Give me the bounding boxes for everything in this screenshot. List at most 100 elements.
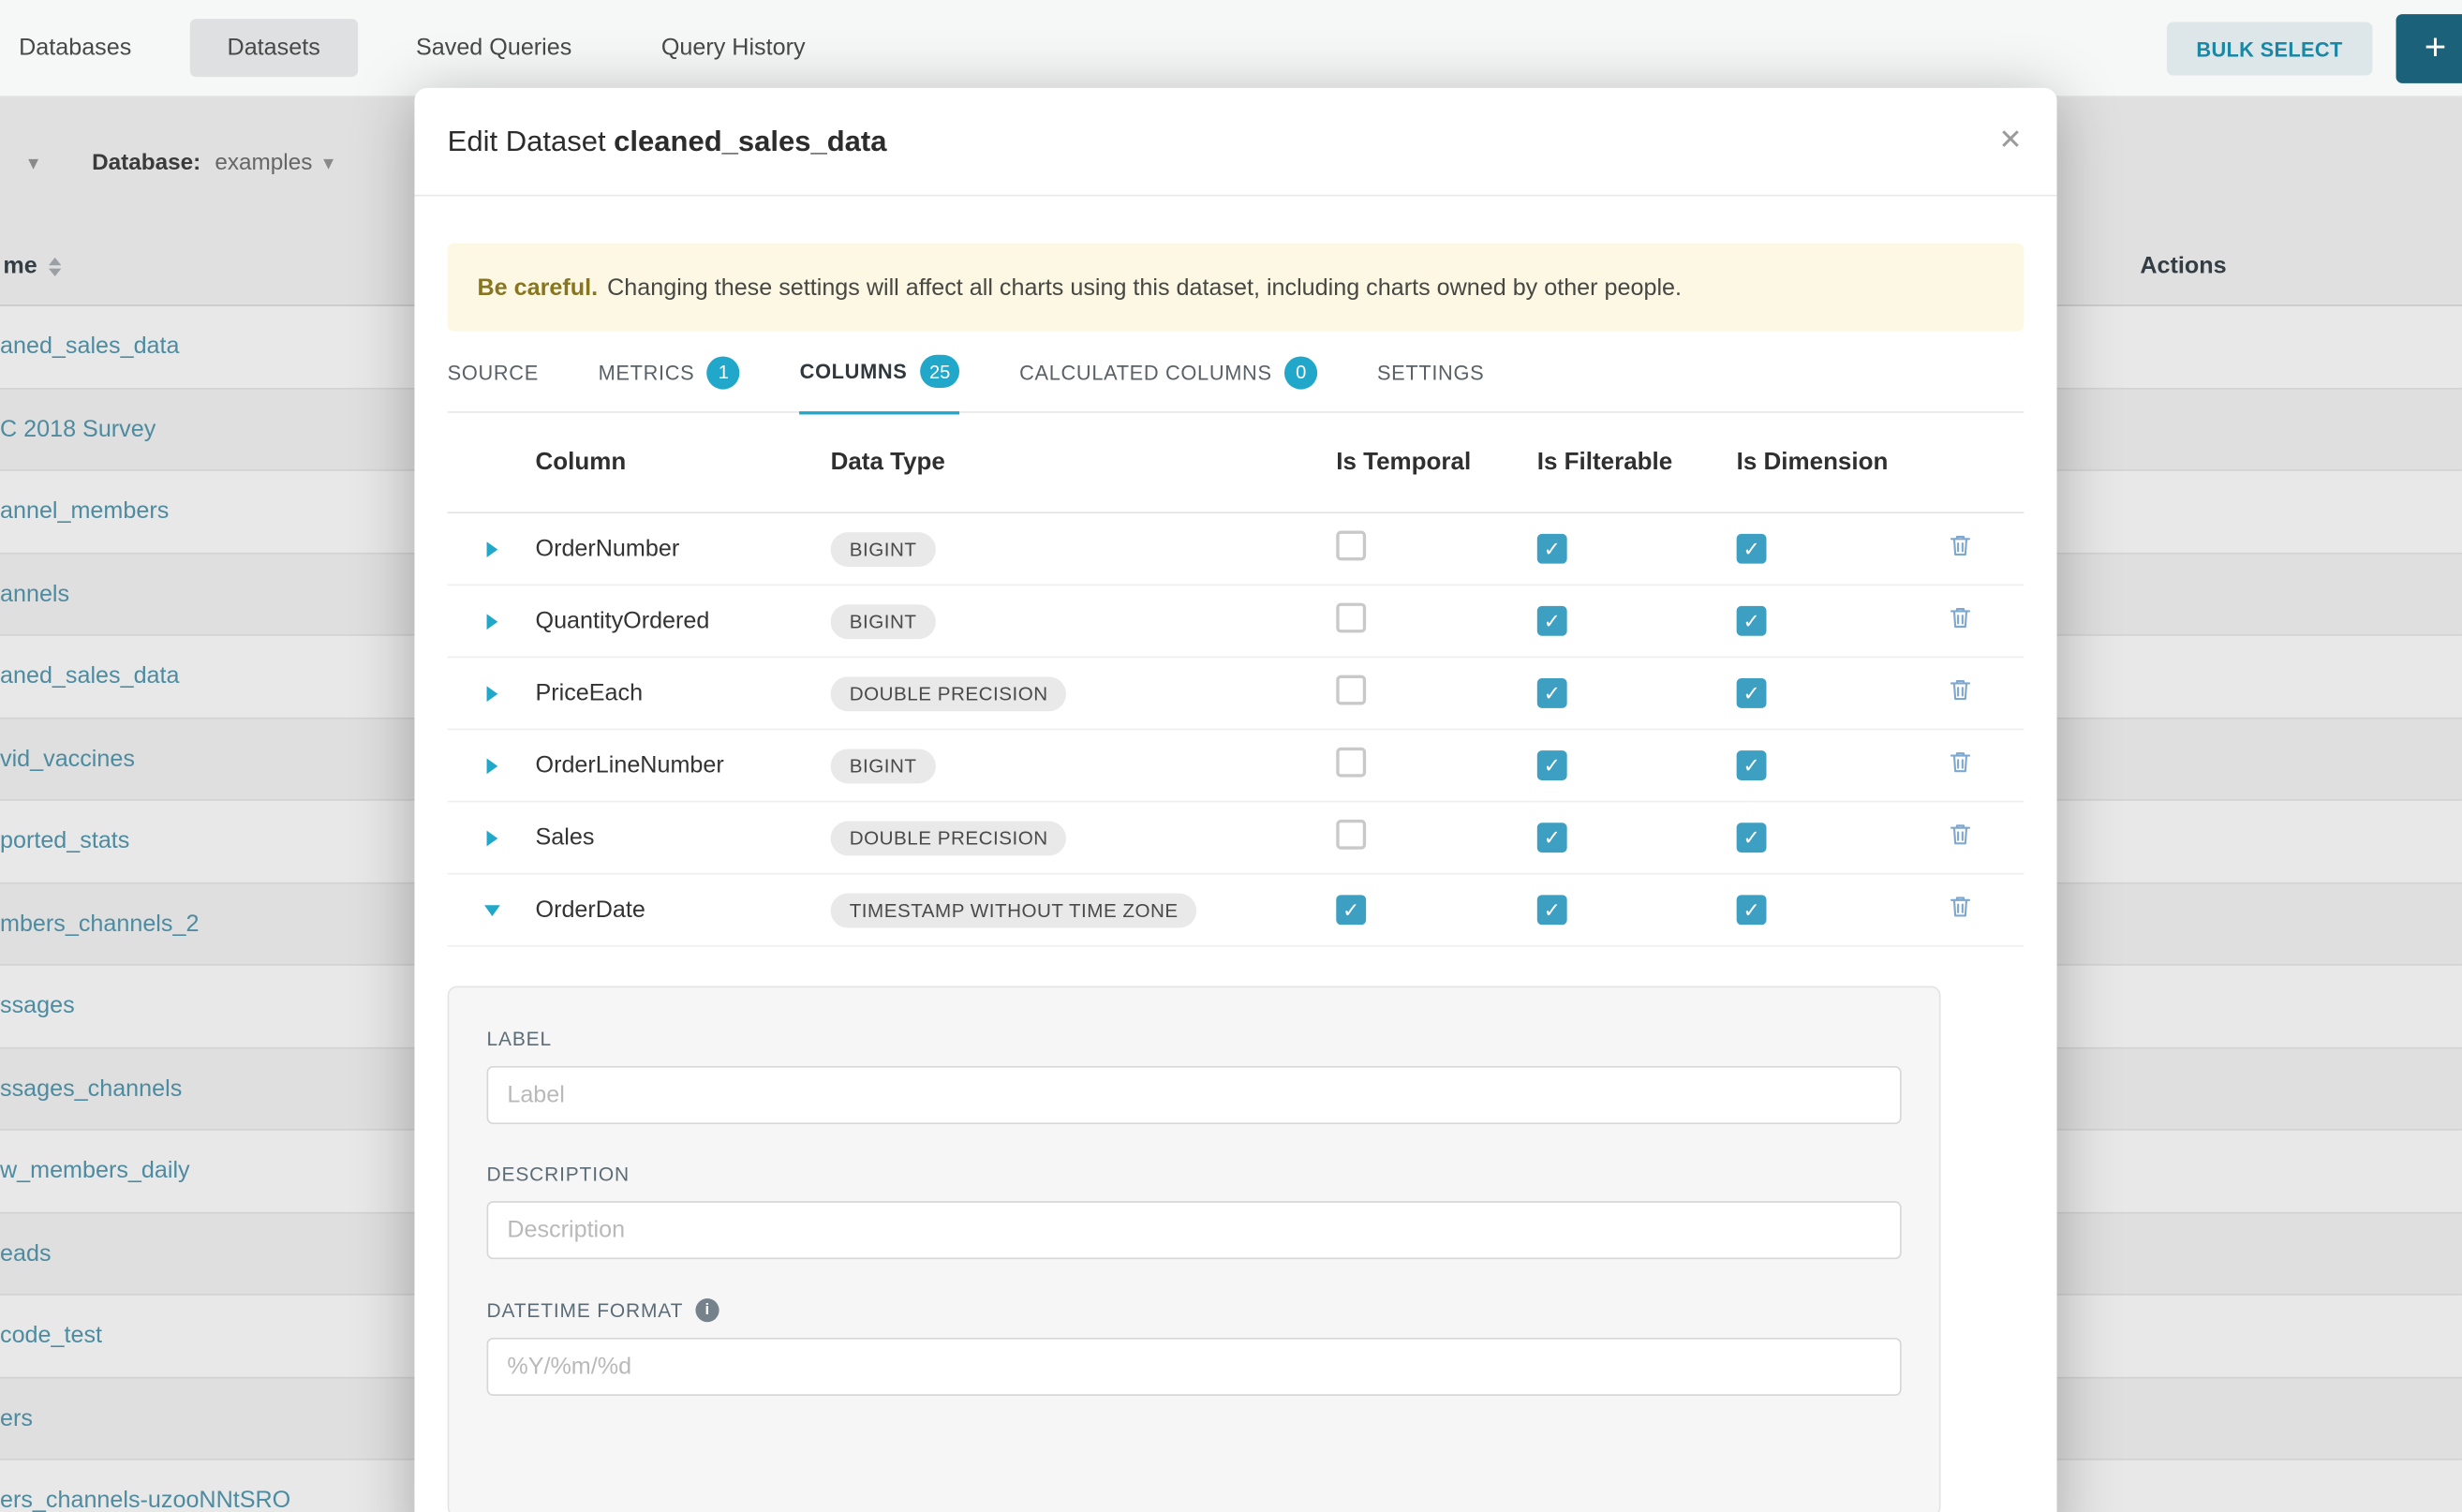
delete-column-icon[interactable] bbox=[1947, 749, 1973, 775]
modal-title: Edit Dataset cleaned_sales_data bbox=[448, 124, 887, 158]
warning-text: Changing these settings will affect all … bbox=[607, 274, 1682, 300]
tab-metrics[interactable]: METRICS 1 bbox=[599, 355, 740, 413]
dataset-link[interactable]: aned_sales_data bbox=[0, 663, 180, 689]
actions-column-header: Actions bbox=[2140, 253, 2226, 279]
expand-caret-icon[interactable] bbox=[486, 830, 497, 846]
column-header: Column bbox=[536, 448, 831, 476]
bulk-select-button[interactable]: BULK SELECT bbox=[2167, 22, 2373, 75]
is-temporal-checkbox[interactable] bbox=[1336, 530, 1366, 560]
is-temporal-checkbox[interactable] bbox=[1336, 747, 1366, 777]
delete-column-icon[interactable] bbox=[1947, 821, 1973, 847]
column-row: OrderNumber BIGINT bbox=[448, 513, 2024, 586]
is-filterable-checkbox[interactable] bbox=[1537, 534, 1567, 564]
description-field-group: DESCRIPTION bbox=[487, 1164, 1902, 1259]
dataset-link[interactable]: ers_channels-uzooNNtSRO bbox=[0, 1488, 290, 1512]
column-row: PriceEach DOUBLE PRECISION bbox=[448, 658, 2024, 730]
nav-tab-datasets[interactable]: Datasets bbox=[189, 19, 358, 77]
description-input[interactable] bbox=[487, 1201, 1902, 1259]
is-filterable-checkbox[interactable] bbox=[1537, 678, 1567, 708]
database-filter-label: Database: bbox=[92, 150, 200, 175]
columns-count-badge: 25 bbox=[920, 355, 960, 388]
is-temporal-checkbox[interactable] bbox=[1336, 602, 1366, 632]
modal-title-dataset-name: cleaned_sales_data bbox=[614, 124, 886, 156]
app-root: Databases Datasets Saved Queries Query H… bbox=[0, 0, 2462, 1512]
plus-icon: + bbox=[2425, 30, 2446, 67]
dataset-link[interactable]: annel_members bbox=[0, 498, 169, 525]
dataset-link[interactable]: ssages_channels bbox=[0, 1075, 182, 1102]
dataset-link[interactable]: eads bbox=[0, 1240, 52, 1267]
database-filter-value[interactable]: examples bbox=[215, 150, 312, 175]
tab-label: CALCULATED COLUMNS bbox=[1019, 361, 1272, 384]
label-field-label: LABEL bbox=[487, 1029, 1902, 1050]
columns-table-header: Column Data Type Is Temporal Is Filterab… bbox=[448, 413, 2024, 513]
collapse-caret-icon[interactable] bbox=[483, 904, 499, 915]
column-name: OrderNumber bbox=[536, 536, 831, 562]
expand-caret-icon[interactable] bbox=[486, 758, 497, 774]
modal-title-prefix: Edit Dataset bbox=[448, 124, 606, 156]
dataset-link[interactable]: aned_sales_data bbox=[0, 334, 180, 360]
warning-bold-text: Be careful. bbox=[478, 274, 599, 300]
name-column-header[interactable]: me bbox=[0, 253, 37, 279]
data-type-pill: DOUBLE PRECISION bbox=[831, 821, 1067, 855]
expand-caret-icon[interactable] bbox=[486, 541, 497, 556]
delete-column-icon[interactable] bbox=[1947, 531, 1973, 557]
data-type-pill: TIMESTAMP WITHOUT TIME ZONE bbox=[831, 893, 1197, 927]
nav-tab-query-history[interactable]: Query History bbox=[661, 19, 806, 77]
column-name: QuantityOrdered bbox=[536, 608, 831, 634]
is-dimension-header: Is Dimension bbox=[1737, 448, 1932, 476]
dataset-link[interactable]: w_members_daily bbox=[0, 1158, 190, 1184]
is-temporal-checkbox[interactable] bbox=[1336, 819, 1366, 849]
tab-label: METRICS bbox=[599, 361, 695, 384]
expand-caret-icon[interactable] bbox=[486, 613, 497, 629]
chevron-down-icon[interactable]: ▾ bbox=[323, 150, 334, 175]
dataset-link[interactable]: mbers_channels_2 bbox=[0, 911, 199, 937]
column-row: QuantityOrdered BIGINT bbox=[448, 586, 2024, 658]
is-dimension-checkbox[interactable] bbox=[1737, 606, 1767, 636]
is-temporal-checkbox[interactable] bbox=[1336, 895, 1366, 925]
sort-desc-icon bbox=[48, 268, 60, 275]
is-filterable-checkbox[interactable] bbox=[1537, 750, 1567, 780]
is-dimension-checkbox[interactable] bbox=[1737, 534, 1767, 564]
tab-label: COLUMNS bbox=[800, 360, 908, 383]
tab-columns[interactable]: COLUMNS 25 bbox=[800, 355, 960, 415]
sort-icons[interactable] bbox=[48, 257, 60, 275]
is-dimension-checkbox[interactable] bbox=[1737, 750, 1767, 780]
datetime-format-input[interactable] bbox=[487, 1338, 1902, 1396]
dataset-link[interactable]: C 2018 Survey bbox=[0, 416, 156, 442]
is-dimension-checkbox[interactable] bbox=[1737, 823, 1767, 852]
is-dimension-checkbox[interactable] bbox=[1737, 895, 1767, 925]
is-filterable-header: Is Filterable bbox=[1537, 448, 1737, 476]
dataset-link[interactable]: ers bbox=[0, 1405, 33, 1431]
modal-body: Be careful. Changing these settings will… bbox=[414, 244, 2056, 1512]
delete-column-icon[interactable] bbox=[1947, 676, 1973, 703]
delete-column-icon[interactable] bbox=[1947, 893, 1973, 919]
is-filterable-checkbox[interactable] bbox=[1537, 895, 1567, 925]
chevron-down-icon[interactable]: ▾ bbox=[28, 150, 38, 175]
data-type-pill: BIGINT bbox=[831, 603, 936, 638]
close-icon[interactable]: ✕ bbox=[1998, 126, 2022, 154]
dataset-link[interactable]: ported_stats bbox=[0, 828, 129, 854]
dataset-link[interactable]: annels bbox=[0, 581, 69, 607]
metrics-count-badge: 1 bbox=[707, 356, 740, 389]
nav-tabs: Databases Datasets Saved Queries Query H… bbox=[19, 19, 863, 77]
nav-tab-saved-queries[interactable]: Saved Queries bbox=[416, 19, 571, 77]
is-filterable-checkbox[interactable] bbox=[1537, 606, 1567, 636]
column-name: PriceEach bbox=[536, 680, 831, 706]
tab-source[interactable]: SOURCE bbox=[448, 355, 539, 413]
dataset-link[interactable]: code_test bbox=[0, 1323, 102, 1349]
data-type-pill: DOUBLE PRECISION bbox=[831, 676, 1067, 711]
is-temporal-checkbox[interactable] bbox=[1336, 674, 1366, 704]
tab-calculated-columns[interactable]: CALCULATED COLUMNS0 bbox=[1019, 355, 1317, 413]
is-dimension-checkbox[interactable] bbox=[1737, 678, 1767, 708]
description-field-label: DESCRIPTION bbox=[487, 1164, 1902, 1185]
column-row: Sales DOUBLE PRECISION bbox=[448, 802, 2024, 874]
delete-column-icon[interactable] bbox=[1947, 603, 1973, 630]
tab-settings[interactable]: SETTINGS bbox=[1377, 355, 1484, 413]
dataset-link[interactable]: vid_vaccines bbox=[0, 746, 135, 772]
is-filterable-checkbox[interactable] bbox=[1537, 823, 1567, 852]
dataset-link[interactable]: ssages bbox=[0, 993, 75, 1019]
nav-tab-databases[interactable]: Databases bbox=[19, 19, 131, 77]
expand-caret-icon[interactable] bbox=[486, 686, 497, 702]
label-input[interactable] bbox=[487, 1066, 1902, 1124]
add-dataset-button[interactable]: + bbox=[2396, 14, 2462, 83]
